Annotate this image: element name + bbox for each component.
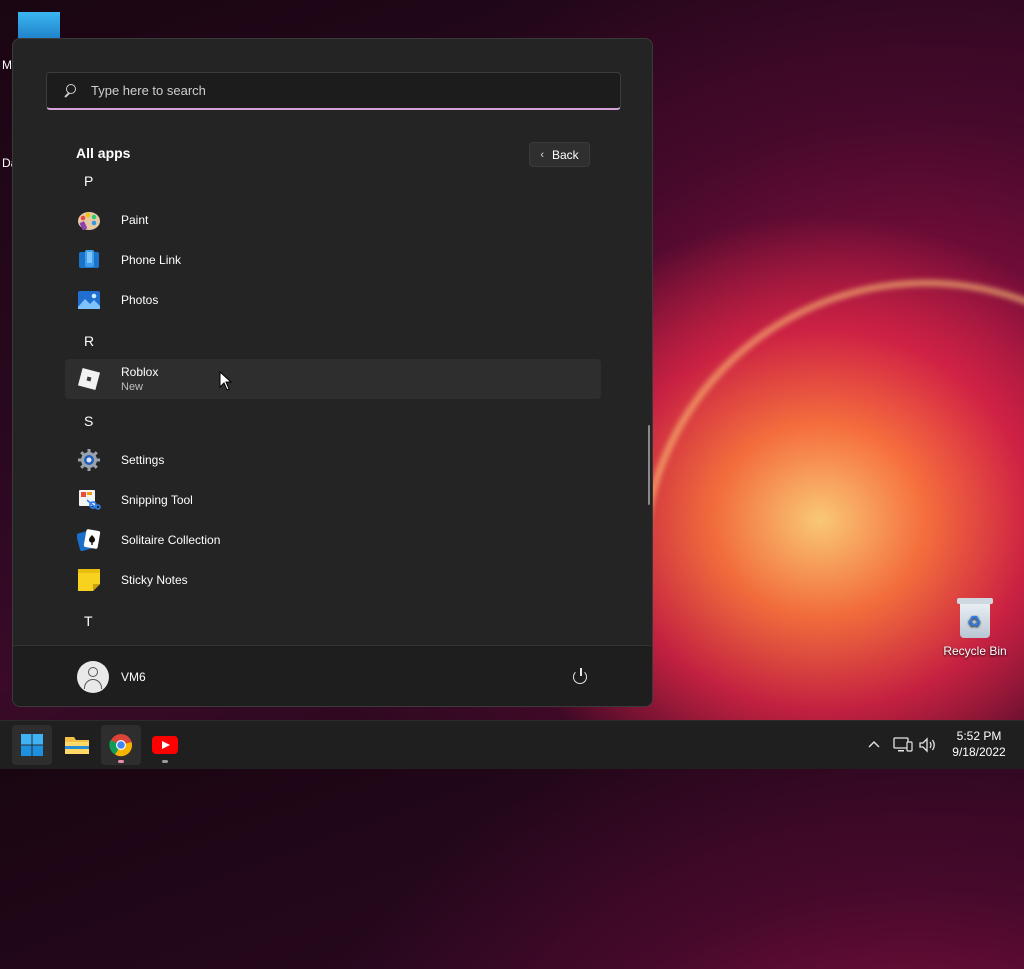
- app-name: Solitaire Collection: [121, 533, 221, 547]
- roblox-icon: [77, 367, 101, 391]
- settings-gear-icon: [77, 448, 101, 472]
- back-button[interactable]: ‹ Back: [529, 142, 590, 167]
- user-avatar-icon[interactable]: [77, 661, 109, 693]
- start-windows-icon: [21, 734, 43, 756]
- clock-time: 5:52 PM: [956, 729, 1002, 743]
- power-icon[interactable]: [572, 668, 590, 686]
- app-item-snipping-tool[interactable]: Snipping Tool: [65, 481, 601, 519]
- user-name[interactable]: VM6: [121, 670, 146, 684]
- all-apps-title: All apps: [76, 145, 131, 161]
- paint-icon: [77, 208, 101, 232]
- app-name: Phone Link: [121, 253, 182, 267]
- phone-link-icon: [77, 248, 101, 272]
- app-name: Photos: [121, 293, 159, 307]
- letter-header-t[interactable]: T: [84, 613, 93, 629]
- app-item-solitaire-collection[interactable]: Solitaire Collection: [65, 521, 601, 559]
- desktop-icon-partial[interactable]: [18, 12, 60, 40]
- search-input[interactable]: [89, 82, 573, 99]
- recycle-bin-icon: ♻: [957, 596, 993, 640]
- desktop-label-partial-1: M: [2, 58, 12, 72]
- chevron-left-icon: ‹: [540, 148, 544, 161]
- volume-icon: [919, 737, 935, 753]
- letter-header-p[interactable]: P: [84, 173, 93, 189]
- app-item-phone-link[interactable]: Phone Link: [65, 241, 601, 279]
- start-button[interactable]: [12, 725, 52, 765]
- photos-icon: [77, 288, 101, 312]
- search-icon: [63, 83, 77, 98]
- letter-header-r[interactable]: R: [84, 333, 94, 349]
- network-icon: [893, 737, 913, 752]
- app-name: Settings: [121, 453, 165, 467]
- app-item-photos[interactable]: Photos: [65, 281, 601, 319]
- start-menu: All apps ‹ Back P Paint Phone Link Photo…: [12, 38, 653, 707]
- solitaire-icon: [76, 528, 101, 552]
- sticky-notes-icon: [77, 568, 101, 592]
- clock[interactable]: 5:52 PM 9/18/2022: [944, 728, 1014, 760]
- running-indicator: [162, 760, 168, 763]
- network-button[interactable]: [893, 721, 913, 769]
- all-apps-list: P Paint Phone Link Photos R Roblox New S…: [13, 169, 652, 645]
- tray-overflow-button[interactable]: [866, 721, 882, 769]
- app-item-settings[interactable]: Settings: [65, 441, 601, 479]
- recycle-bin-label: Recycle Bin: [943, 644, 1007, 658]
- app-item-sticky-notes[interactable]: Sticky Notes: [65, 561, 601, 599]
- chrome-button[interactable]: [101, 725, 141, 765]
- chevron-up-icon: [868, 741, 880, 748]
- app-item-paint[interactable]: Paint: [65, 201, 601, 239]
- app-name: Paint: [121, 213, 149, 227]
- running-indicator: [118, 760, 124, 763]
- recycle-bin[interactable]: ♻ Recycle Bin: [940, 596, 1010, 658]
- app-item-roblox[interactable]: Roblox New: [65, 359, 601, 399]
- mouse-cursor-icon: [219, 371, 233, 391]
- letter-header-s[interactable]: S: [84, 413, 93, 429]
- file-explorer-icon: [65, 737, 89, 754]
- app-name: Snipping Tool: [121, 493, 193, 507]
- youtube-button[interactable]: [145, 725, 185, 765]
- file-explorer-button[interactable]: [57, 725, 97, 765]
- app-name: Sticky Notes: [121, 573, 188, 587]
- back-button-label: Back: [551, 147, 579, 162]
- snipping-tool-icon: [77, 488, 101, 512]
- new-app-badge: New: [121, 381, 144, 393]
- search-box[interactable]: [46, 72, 621, 110]
- app-name: Roblox: [121, 365, 159, 379]
- youtube-icon: [152, 736, 178, 754]
- all-apps-scrollbar[interactable]: [648, 425, 650, 505]
- taskbar: 5:52 PM 9/18/2022: [0, 720, 1024, 769]
- clock-date: 9/18/2022: [952, 745, 1006, 759]
- volume-button[interactable]: [918, 721, 938, 769]
- start-menu-footer: VM6: [13, 645, 652, 706]
- chrome-icon: [109, 734, 133, 757]
